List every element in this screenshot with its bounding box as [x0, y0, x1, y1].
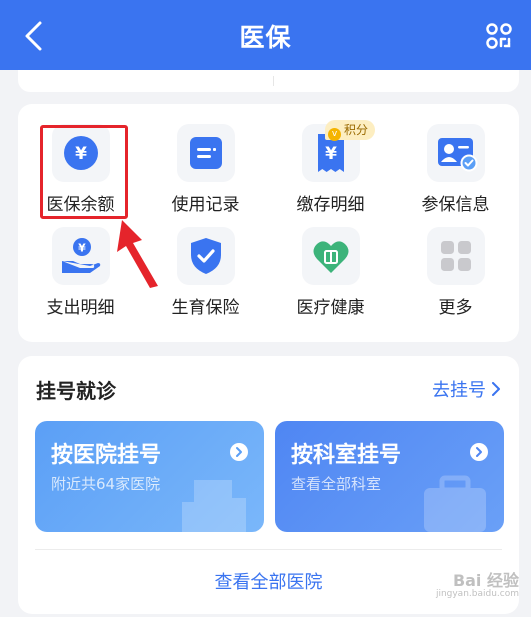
tile-subtitle: 附近共64家医院 [51, 475, 161, 493]
service-label: 支出明细 [46, 298, 115, 318]
coin-icon: v [328, 128, 341, 141]
id-card-icon [438, 138, 478, 172]
more-grid-icon [441, 241, 471, 271]
tile-title: 按科室挂号 [291, 443, 402, 468]
medical-kit-icon [424, 475, 486, 532]
building-icon [182, 480, 246, 532]
service-label: 更多 [438, 298, 473, 318]
service-icon-bg [427, 124, 485, 182]
service-icon-bg [177, 227, 235, 285]
service-icon-bg [177, 124, 235, 182]
service-medical-health[interactable]: 医疗健康 [268, 207, 393, 318]
arrow-circle-icon [470, 443, 488, 461]
points-badge-label: 积分 [344, 123, 369, 137]
book-by-department-tile[interactable]: 按科室挂号 查看全部科室 [275, 421, 504, 532]
tile-title: 按医院挂号 [51, 443, 162, 468]
service-icon-bg: ¥ [52, 227, 110, 285]
arrow-circle-icon [230, 443, 248, 461]
go-register-link[interactable]: 去挂号 [432, 376, 501, 402]
book-by-hospital-tile[interactable]: 按医院挂号 附近共64家医院 [35, 421, 264, 532]
service-icon-bg [427, 227, 485, 285]
watermark-brand: Bai 经验 [452, 571, 519, 590]
go-register-label: 去挂号 [432, 380, 486, 401]
page-title: 医保 [239, 23, 292, 52]
service-label: 生育保险 [171, 298, 240, 318]
svg-text:¥: ¥ [78, 242, 86, 255]
record-icon [190, 137, 222, 169]
red-arrow-icon [117, 220, 158, 288]
watermark: Bai 经验 jingyan.baidu.com [399, 559, 519, 603]
app-header: 医保 [0, 0, 531, 70]
tile-subtitle: 查看全部科室 [291, 475, 382, 493]
card-divider [35, 549, 502, 550]
highlight-box [40, 125, 128, 219]
section-title: 挂号就诊 [36, 379, 116, 403]
hand-coin-icon: ¥ [62, 238, 101, 273]
health-heart-icon [313, 241, 349, 273]
service-usage-record[interactable]: 使用记录 [143, 104, 268, 215]
shield-check-icon [191, 238, 221, 274]
strip-divider [273, 76, 274, 86]
svg-text:¥: ¥ [325, 144, 337, 164]
service-icon-bg [302, 227, 360, 285]
service-insurance-info[interactable]: 参保信息 [393, 104, 518, 215]
service-more[interactable]: 更多 [393, 207, 518, 318]
chevron-right-icon [492, 382, 500, 396]
top-card-strip [18, 70, 519, 92]
watermark-site: jingyan.baidu.com [435, 589, 519, 599]
service-label: 医疗健康 [296, 298, 365, 318]
points-badge: v 积分 [325, 120, 376, 141]
scan-icon[interactable] [485, 22, 513, 50]
